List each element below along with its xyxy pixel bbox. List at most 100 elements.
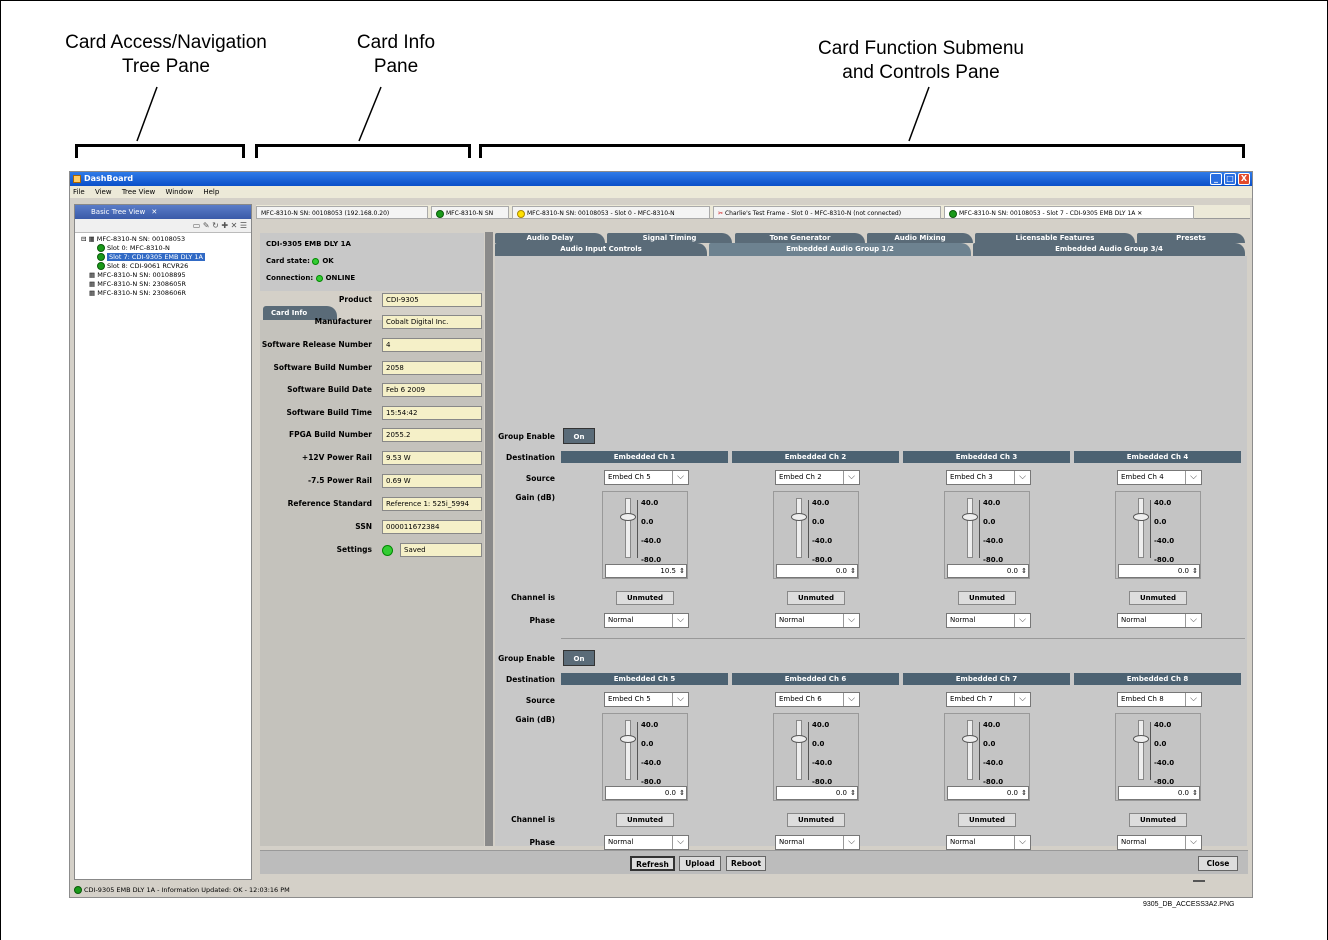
tab-frame-short[interactable]: MFC-8310-N SN: [431, 206, 509, 219]
slider-knob[interactable]: [620, 513, 636, 521]
source-select[interactable]: Embed Ch 2 ⌵: [775, 470, 860, 485]
menu-file[interactable]: File: [73, 188, 85, 196]
tab-slot0[interactable]: MFC-8310-N SN: 00108053 - Slot 0 - MFC-8…: [512, 206, 710, 219]
card-info-label: Software Build Number: [273, 363, 372, 372]
gain-spinner[interactable]: 0.0 ⇕: [947, 786, 1029, 800]
channel-mute-button[interactable]: Unmuted: [616, 591, 674, 605]
gain-slider[interactable]: [791, 720, 807, 780]
spinner-arrows-icon[interactable]: ⇕: [850, 787, 856, 799]
tree-item[interactable]: Slot 0: MFC-8310-N: [81, 244, 251, 253]
slider-knob[interactable]: [620, 735, 636, 743]
menu-help[interactable]: Help: [203, 188, 219, 196]
channel-mute-button[interactable]: Unmuted: [787, 813, 845, 827]
function-tab[interactable]: Tone Generator: [735, 233, 865, 243]
group-enable-toggle[interactable]: On: [563, 428, 595, 444]
spinner-arrows-icon[interactable]: ⇕: [679, 787, 685, 799]
close-window-button[interactable]: X: [1238, 173, 1250, 185]
source-value: Embed Ch 7: [950, 695, 993, 703]
gain-spinner[interactable]: 0.0 ⇕: [1118, 786, 1200, 800]
menu-tree-view[interactable]: Tree View: [122, 188, 155, 196]
slider-knob[interactable]: [962, 735, 978, 743]
phase-select[interactable]: Normal ⌵: [604, 613, 689, 628]
function-tab[interactable]: Presets: [1137, 233, 1245, 243]
channel-mute-button[interactable]: Unmuted: [787, 591, 845, 605]
gain-slider[interactable]: [962, 498, 978, 558]
minimize-button[interactable]: _: [1210, 173, 1222, 185]
source-value: Embed Ch 2: [779, 473, 822, 481]
tab-test-frame[interactable]: ✂ Charlie's Test Frame - Slot 0 - MFC-83…: [713, 206, 941, 219]
slider-knob[interactable]: [962, 513, 978, 521]
channel-mute-button[interactable]: Unmuted: [1129, 813, 1187, 827]
spinner-arrows-icon[interactable]: ⇕: [1021, 565, 1027, 577]
tree-item[interactable]: ▦ MFC-8310-N SN: 00108895: [81, 271, 251, 280]
tree-item[interactable]: ⊟ ▦ MFC-8310-N SN: 00108053: [81, 235, 251, 244]
phase-value: Normal: [950, 838, 976, 846]
group-enable-toggle[interactable]: On: [563, 650, 595, 666]
reboot-button[interactable]: Reboot: [726, 856, 766, 871]
close-button[interactable]: Close: [1198, 856, 1238, 871]
menu-window[interactable]: Window: [165, 188, 193, 196]
gain-spinner[interactable]: 0.0 ⇕: [605, 786, 687, 800]
gain-slider[interactable]: [1133, 720, 1149, 780]
spinner-arrows-icon[interactable]: ⇕: [850, 565, 856, 577]
gain-spinner[interactable]: 0.0 ⇕: [947, 564, 1029, 578]
channel-mute-button[interactable]: Unmuted: [958, 813, 1016, 827]
gain-spinner[interactable]: 10.5 ⇕: [605, 564, 687, 578]
function-tab[interactable]: Licensable Features: [975, 233, 1135, 243]
upload-button[interactable]: Upload: [679, 856, 721, 871]
source-select[interactable]: Embed Ch 5 ⌵: [604, 470, 689, 485]
tab-slot7[interactable]: MFC-8310-N SN: 00108053 - Slot 7 - CDI-9…: [944, 206, 1194, 219]
refresh-button[interactable]: Refresh: [630, 856, 675, 871]
spinner-arrows-icon[interactable]: ⇕: [679, 565, 685, 577]
gain-slider[interactable]: [962, 720, 978, 780]
slider-knob[interactable]: [791, 735, 807, 743]
source-select[interactable]: Embed Ch 8 ⌵: [1117, 692, 1202, 707]
phase-select[interactable]: Normal ⌵: [775, 613, 860, 628]
phase-select[interactable]: Normal ⌵: [1117, 613, 1202, 628]
spinner-arrows-icon[interactable]: ⇕: [1192, 565, 1198, 577]
spinner-arrows-icon[interactable]: ⇕: [1192, 787, 1198, 799]
tab-close-icon[interactable]: ✕: [1137, 210, 1142, 217]
gain-slider[interactable]: [620, 720, 636, 780]
source-select[interactable]: Embed Ch 5 ⌵: [604, 692, 689, 707]
tree-toolbar-icons[interactable]: ▭ ✎ ↻ ✚ ✕ ☰: [193, 221, 247, 230]
menu-view[interactable]: View: [95, 188, 112, 196]
function-tab[interactable]: Audio Input Controls: [495, 243, 707, 256]
tree-close-icon[interactable]: ✕: [151, 208, 157, 216]
phase-select[interactable]: Normal ⌵: [775, 835, 860, 850]
phase-select[interactable]: Normal ⌵: [604, 835, 689, 850]
tab-frame-ip[interactable]: MFC-8310-N SN: 00108053 (192.168.0.20): [256, 206, 428, 219]
gain-spinner[interactable]: 0.0 ⇕: [776, 786, 858, 800]
function-tab[interactable]: Audio Delay: [495, 233, 605, 243]
gain-spinner[interactable]: 0.0 ⇕: [776, 564, 858, 578]
card-info-label: Software Release Number: [261, 340, 372, 349]
source-select[interactable]: Embed Ch 3 ⌵: [946, 470, 1031, 485]
maximize-button[interactable]: □: [1224, 173, 1236, 185]
tree-item[interactable]: Slot 8: CDI-9061 RCVR26: [81, 262, 251, 271]
phase-select[interactable]: Normal ⌵: [946, 835, 1031, 850]
channel-mute-button[interactable]: Unmuted: [958, 591, 1016, 605]
tree-item[interactable]: ▦ MFC-8310-N SN: 2308605R: [81, 280, 251, 289]
source-select[interactable]: Embed Ch 4 ⌵: [1117, 470, 1202, 485]
function-tab[interactable]: Signal Timing: [607, 233, 732, 243]
tree-item[interactable]: ▦ MFC-8310-N SN: 2308606R: [81, 289, 251, 298]
pane-splitter[interactable]: [485, 232, 493, 846]
slider-knob[interactable]: [1133, 735, 1149, 743]
function-tab[interactable]: Audio Mixing: [867, 233, 973, 243]
spinner-arrows-icon[interactable]: ⇕: [1021, 787, 1027, 799]
gain-slider[interactable]: [791, 498, 807, 558]
gain-slider[interactable]: [1133, 498, 1149, 558]
gain-spinner[interactable]: 0.0 ⇕: [1118, 564, 1200, 578]
source-select[interactable]: Embed Ch 7 ⌵: [946, 692, 1031, 707]
phase-select[interactable]: Normal ⌵: [946, 613, 1031, 628]
slider-knob[interactable]: [791, 513, 807, 521]
function-tab-active[interactable]: Embedded Audio Group 1/2: [709, 243, 971, 256]
channel-mute-button[interactable]: Unmuted: [616, 813, 674, 827]
phase-select[interactable]: Normal ⌵: [1117, 835, 1202, 850]
channel-mute-button[interactable]: Unmuted: [1129, 591, 1187, 605]
tree-item-selected[interactable]: Slot 7: CDI-9305 EMB DLY 1A: [81, 253, 251, 262]
slider-knob[interactable]: [1133, 513, 1149, 521]
source-select[interactable]: Embed Ch 6 ⌵: [775, 692, 860, 707]
function-tab[interactable]: Embedded Audio Group 3/4: [973, 243, 1245, 256]
gain-slider[interactable]: [620, 498, 636, 558]
